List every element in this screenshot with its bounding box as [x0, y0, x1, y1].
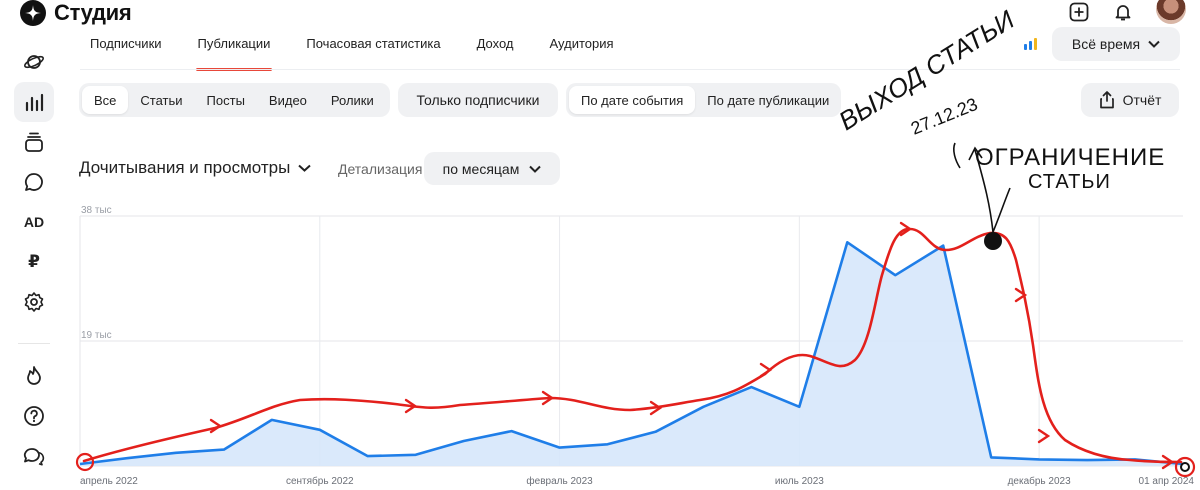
annotation-end-dot: [1180, 462, 1190, 472]
annotation-start-circle: [75, 452, 95, 472]
subscribers-only-button[interactable]: Только подписчики: [398, 83, 558, 117]
fire-icon[interactable]: [14, 356, 54, 396]
annotation-arrow-left: [974, 149, 994, 233]
by-publication-date[interactable]: По дате публикации: [695, 86, 841, 114]
sidebar: AD ₽: [14, 40, 54, 476]
filter-posts[interactable]: Посты: [195, 86, 257, 114]
planet-icon[interactable]: [14, 42, 54, 82]
gear-icon[interactable]: [14, 282, 54, 322]
filter-shorts[interactable]: Ролики: [319, 86, 386, 114]
filter-videos[interactable]: Видео: [257, 86, 319, 114]
avatar[interactable]: [1156, 0, 1186, 24]
tabs-divider: [80, 69, 1180, 70]
by-event-date[interactable]: По дате события: [569, 86, 696, 114]
views-chart: 38 тыс 19 тыс апрель 2022 сентябрь 2022 февр…: [75, 4, 1196, 487]
date-mode-filter: По дате события По дате публикации: [566, 83, 841, 117]
bell-icon[interactable]: [1112, 1, 1134, 23]
annotation-arrow-right: [992, 187, 1011, 233]
sidebar-divider: [18, 322, 50, 344]
period-label: Всё время: [1071, 36, 1141, 52]
detail-value: по месяцам: [442, 160, 520, 177]
dzen-logo-icon: [20, 0, 46, 26]
help-icon[interactable]: [14, 396, 54, 436]
messages-icon[interactable]: [14, 436, 54, 476]
app-title: Студия: [54, 0, 132, 25]
tab-publications[interactable]: Публикации: [195, 36, 273, 71]
annotation-note-limit: ОГРАНИЧЕНИЕ: [975, 144, 1165, 171]
annotation-arrow-tail: [953, 142, 961, 169]
period-select[interactable]: Всё время: [1052, 27, 1180, 61]
x-tick-label: декабрь 2023: [1008, 475, 1072, 487]
tab-hourly-stats[interactable]: Почасовая статистика: [306, 36, 440, 71]
x-tick-label: июль 2023: [775, 476, 824, 487]
y-tick-label: 38 тыс: [81, 205, 112, 216]
tabs: Подписчики Публикации Почасовая статисти…: [90, 36, 650, 71]
annotation-arrowhead: [649, 400, 663, 416]
annotation-arrowhead: [1161, 454, 1175, 470]
filter-all[interactable]: Все: [82, 86, 129, 114]
annotation-note-release: ВЫХОД СТАТЬИ: [833, 4, 1020, 136]
tab-audience[interactable]: Аудитория: [550, 36, 614, 71]
annotation-arrowhead: [899, 221, 913, 237]
add-icon[interactable]: [1068, 1, 1090, 23]
annotation-marker: [984, 232, 1002, 250]
tab-subscribers[interactable]: Подписчики: [90, 36, 162, 71]
report-label: Отчёт: [1122, 92, 1162, 108]
x-tick-label: 01 апр 2024: [1139, 476, 1195, 487]
annotation-end-circle: [1174, 456, 1196, 478]
chevron-down-icon: [529, 165, 542, 173]
chevron-down-icon: [298, 164, 312, 172]
annotation-arrowhead: [1037, 428, 1051, 444]
annotation-arrowhead: [209, 418, 223, 434]
annotation-arrowhead: [1014, 287, 1028, 303]
tab-income[interactable]: Доход: [477, 36, 514, 71]
annotation-arrowhead-black: [968, 146, 983, 161]
x-tick-label: сентябрь 2022: [286, 475, 354, 487]
annotation-arrowhead: [541, 390, 555, 406]
detail-select[interactable]: по месяцам: [424, 152, 560, 185]
export-icon: [1099, 91, 1114, 109]
stats-icon[interactable]: [14, 82, 54, 122]
content-type-filter: Все Статьи Посты Видео Ролики: [79, 83, 390, 117]
x-tick-label: апрель 2022: [80, 476, 138, 487]
stack-icon[interactable]: [14, 122, 54, 162]
brand-bars-icon: [1024, 38, 1037, 50]
annotation-note-article: СТАТЬИ: [1028, 171, 1111, 193]
y-tick-label: 19 тыс: [81, 330, 112, 341]
series-area: [80, 242, 1183, 466]
ruble-icon[interactable]: ₽: [14, 242, 54, 282]
x-tick-label: февраль 2023: [526, 475, 593, 487]
filter-articles[interactable]: Статьи: [128, 86, 194, 114]
annotation-note-date: 27.12.23: [908, 94, 980, 139]
metric-label: Дочитывания и просмотры: [79, 158, 291, 177]
annotation-arrowhead: [759, 362, 773, 378]
report-button[interactable]: Отчёт: [1081, 83, 1179, 117]
chevron-down-icon: [1148, 40, 1160, 48]
ad-icon[interactable]: AD: [14, 202, 54, 242]
chat-icon[interactable]: [14, 162, 54, 202]
annotation-arrowhead: [404, 398, 418, 414]
annotation-trend-path: [82, 227, 1183, 464]
logo[interactable]: Студия: [20, 0, 132, 26]
detail-label: Детализация: [338, 161, 423, 177]
series-line: [79, 241, 1184, 466]
metric-select[interactable]: Дочитывания и просмотры: [79, 158, 312, 178]
